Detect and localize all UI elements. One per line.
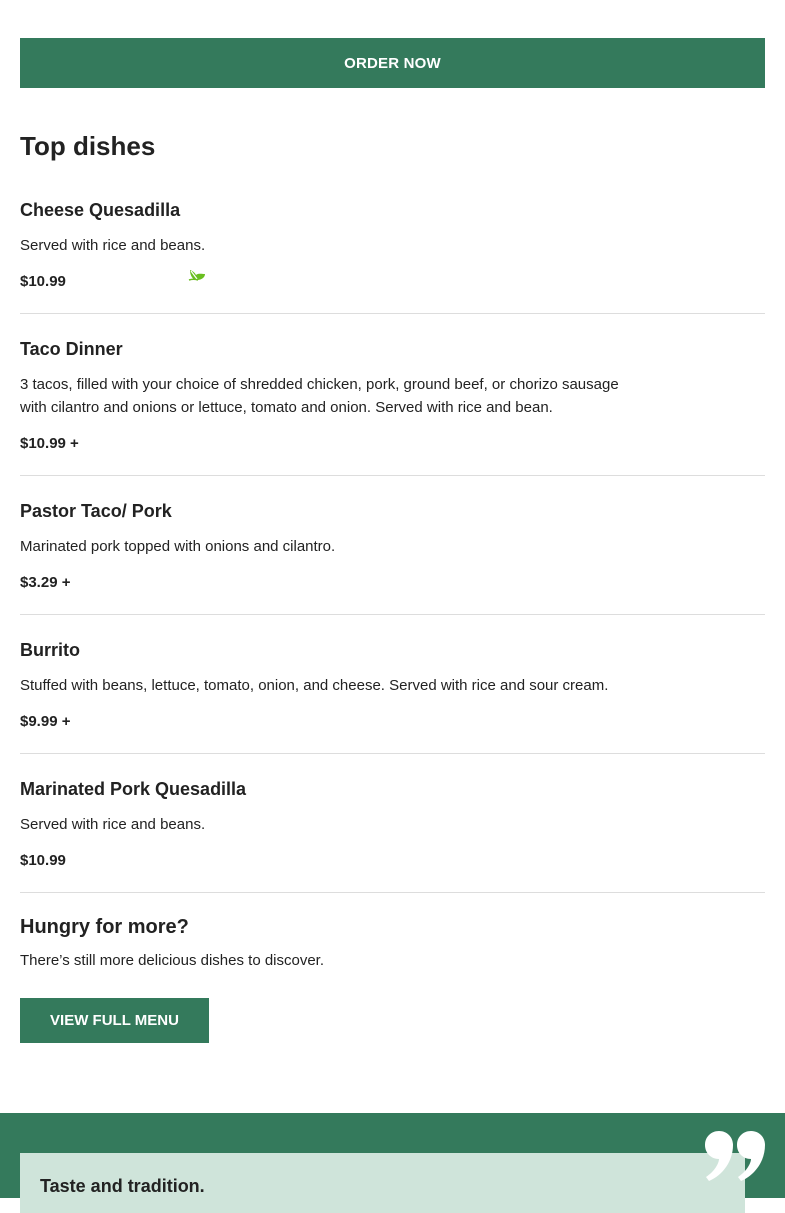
dish-name: Pastor Taco/ Pork (20, 501, 172, 521)
dish-price: $10.99 (20, 272, 66, 290)
section-title: Top dishes (20, 131, 156, 161)
testimonial-section: Taste and tradition. (0, 1113, 785, 1213)
dish-price: $9.99 + (20, 712, 71, 730)
vegetarian-leaf-icon (188, 270, 205, 281)
dish-price: $10.99 (20, 851, 66, 869)
dish-price: $3.29 + (20, 573, 71, 591)
dish-item[interactable]: Burrito Stuffed with beans, lettuce, tom… (20, 639, 765, 754)
dish-item[interactable]: Taco Dinner 3 tacos, filled with your ch… (20, 338, 765, 476)
testimonial-title: Taste and tradition. (40, 1176, 205, 1196)
dish-item[interactable]: Cheese Quesadilla Served with rice and b… (20, 199, 765, 314)
testimonial-card: Taste and tradition. (20, 1153, 745, 1213)
dish-description: Served with rice and beans. (20, 816, 206, 833)
dish-item[interactable]: Pastor Taco/ Pork Marinated pork topped … (20, 500, 765, 615)
dish-description: Stuffed with beans, lettuce, tomato, oni… (20, 677, 609, 694)
dish-item[interactable]: Marinated Pork Quesadilla Served with ri… (20, 778, 765, 893)
view-full-menu-button[interactable]: VIEW FULL MENU (20, 998, 209, 1043)
dish-description: Served with rice and beans. (20, 237, 206, 254)
dish-description: Marinated pork topped with onions and ci… (20, 538, 336, 555)
dish-name: Burrito (20, 640, 80, 660)
more-text: There’s still more delicious dishes to d… (20, 952, 325, 969)
dish-name: Taco Dinner (20, 339, 123, 359)
quote-icon (705, 1131, 765, 1181)
dish-name: Marinated Pork Quesadilla (20, 779, 247, 799)
order-now-button[interactable]: ORDER NOW (20, 38, 765, 88)
dish-name: Cheese Quesadilla (20, 200, 181, 220)
more-title: Hungry for more? (20, 916, 189, 938)
dish-price: $10.99 + (20, 434, 79, 452)
dish-description: 3 tacos, filled with your choice of shre… (20, 376, 619, 416)
